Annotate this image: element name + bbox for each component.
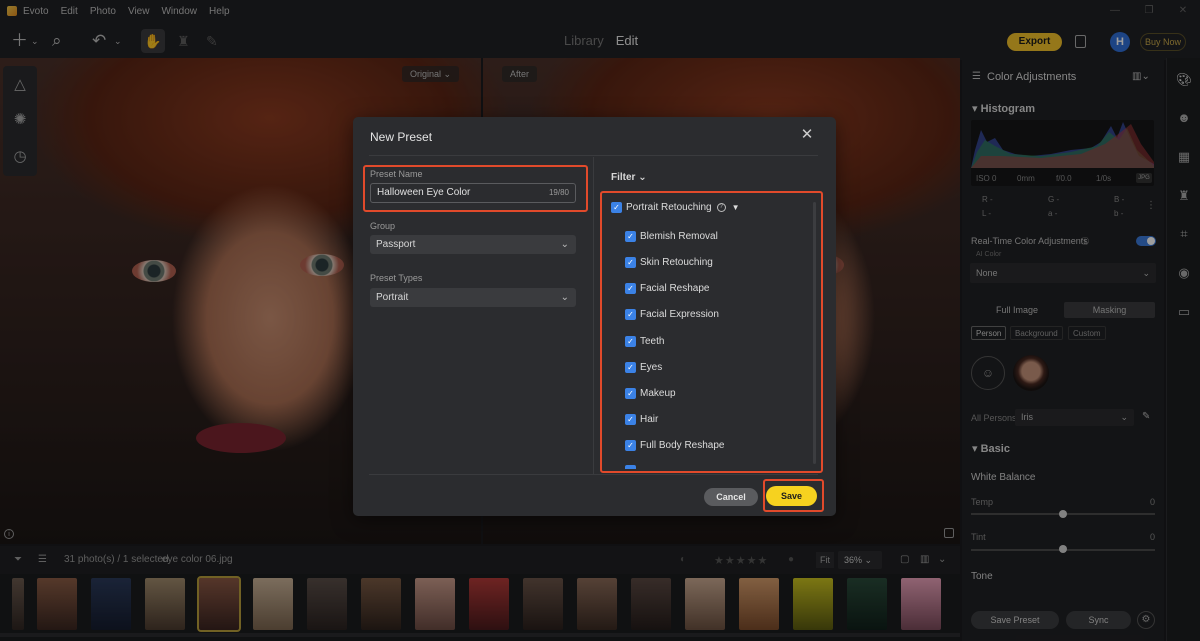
chevron-down-icon: ⌄ (560, 292, 569, 303)
group-select[interactable]: Passport ⌄ (370, 235, 576, 254)
preset-types-select[interactable]: Portrait ⌄ (370, 288, 576, 307)
dialog-divider (369, 155, 818, 156)
chevron-down-icon: ⌄ (638, 172, 647, 183)
dialog-footer-divider (369, 474, 818, 475)
save-highlight (763, 479, 824, 512)
dialog-vertical-divider (593, 157, 594, 475)
filter-label: Filter (611, 172, 636, 183)
close-icon[interactable]: ✕ (800, 127, 814, 142)
chevron-down-icon: ⌄ (560, 239, 569, 250)
group-label: Group (370, 221, 396, 231)
preset-types-value: Portrait (376, 292, 409, 303)
cancel-button[interactable]: Cancel (704, 488, 758, 506)
preset-name-highlight (363, 165, 588, 212)
group-value: Passport (376, 239, 416, 250)
filter-dropdown[interactable]: Filter ⌄ (611, 172, 647, 183)
filter-highlight (600, 191, 823, 473)
preset-types-label: Preset Types (370, 273, 423, 283)
new-preset-dialog: New Preset ✕ Preset Name Halloween Eye C… (353, 117, 836, 516)
evoto-window: Evoto Edit Photo View Window Help — ❐ ✕ … (0, 0, 1200, 641)
dialog-title: New Preset (370, 130, 433, 144)
